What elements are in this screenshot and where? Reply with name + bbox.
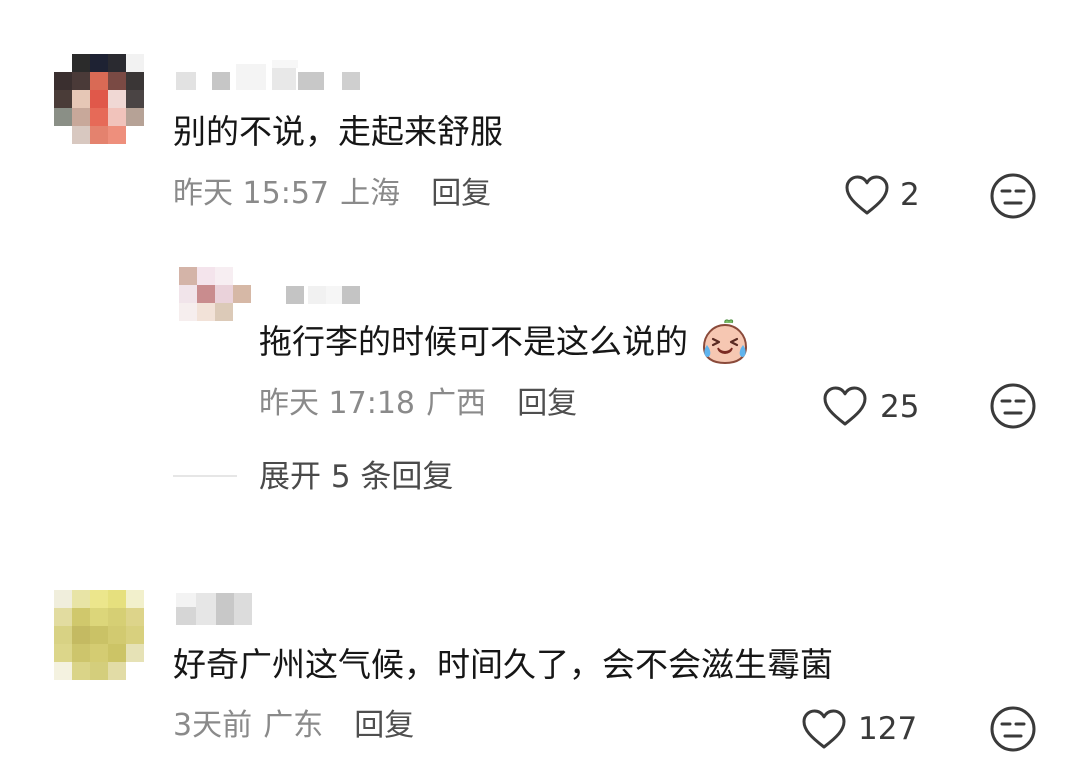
username-pixelated[interactable] xyxy=(176,60,362,90)
comment-time: 昨天 17:18 xyxy=(259,386,415,421)
comment-text: 别的不说，走起来舒服 xyxy=(173,112,503,151)
comment-location: 广西 xyxy=(426,386,487,421)
comment-location: 广东 xyxy=(263,708,324,743)
like-count: 25 xyxy=(880,389,920,425)
comment-time: 昨天 15:57 xyxy=(173,176,329,211)
comment-time: 3天前 xyxy=(173,708,253,743)
heart-outline-icon xyxy=(845,175,889,215)
reply-button[interactable]: 回复 xyxy=(431,176,491,211)
comment-meta: 昨天 15:57 上海 回复 xyxy=(173,176,491,212)
avatar[interactable] xyxy=(179,267,251,321)
like-button[interactable]: 2 xyxy=(844,172,934,220)
crying-face-emoji xyxy=(702,318,747,364)
neutral-face-icon[interactable] xyxy=(989,705,1037,753)
comment-text-line: 拖行李的时候可不是这么说的 xyxy=(259,318,749,365)
comment-text: 好奇广州这气候，时间久了，会不会滋生霉菌 xyxy=(173,645,833,684)
like-button[interactable]: 127 xyxy=(801,706,931,754)
comment-location: 上海 xyxy=(340,176,401,211)
like-button[interactable]: 25 xyxy=(822,383,932,431)
avatar[interactable] xyxy=(54,590,144,680)
heart-outline-icon xyxy=(802,709,846,749)
reply-button[interactable]: 回复 xyxy=(354,708,414,743)
username-pixelated[interactable] xyxy=(176,593,254,625)
neutral-face-icon[interactable] xyxy=(989,382,1037,430)
like-count: 2 xyxy=(900,177,920,213)
username-pixelated[interactable] xyxy=(286,286,362,304)
comment-meta: 昨天 17:18 广西 回复 xyxy=(259,386,577,422)
like-count: 127 xyxy=(858,711,918,747)
avatar[interactable] xyxy=(54,54,144,144)
reply-button[interactable]: 回复 xyxy=(517,386,577,421)
neutral-face-icon[interactable] xyxy=(989,172,1037,220)
heart-outline-icon xyxy=(823,386,867,426)
comment-meta: 3天前 广东 回复 xyxy=(173,708,414,744)
expand-divider xyxy=(173,475,237,477)
comment-text: 拖行李的时候可不是这么说的 xyxy=(259,322,688,361)
expand-replies-button[interactable]: 展开 5 条回复 xyxy=(259,459,453,495)
